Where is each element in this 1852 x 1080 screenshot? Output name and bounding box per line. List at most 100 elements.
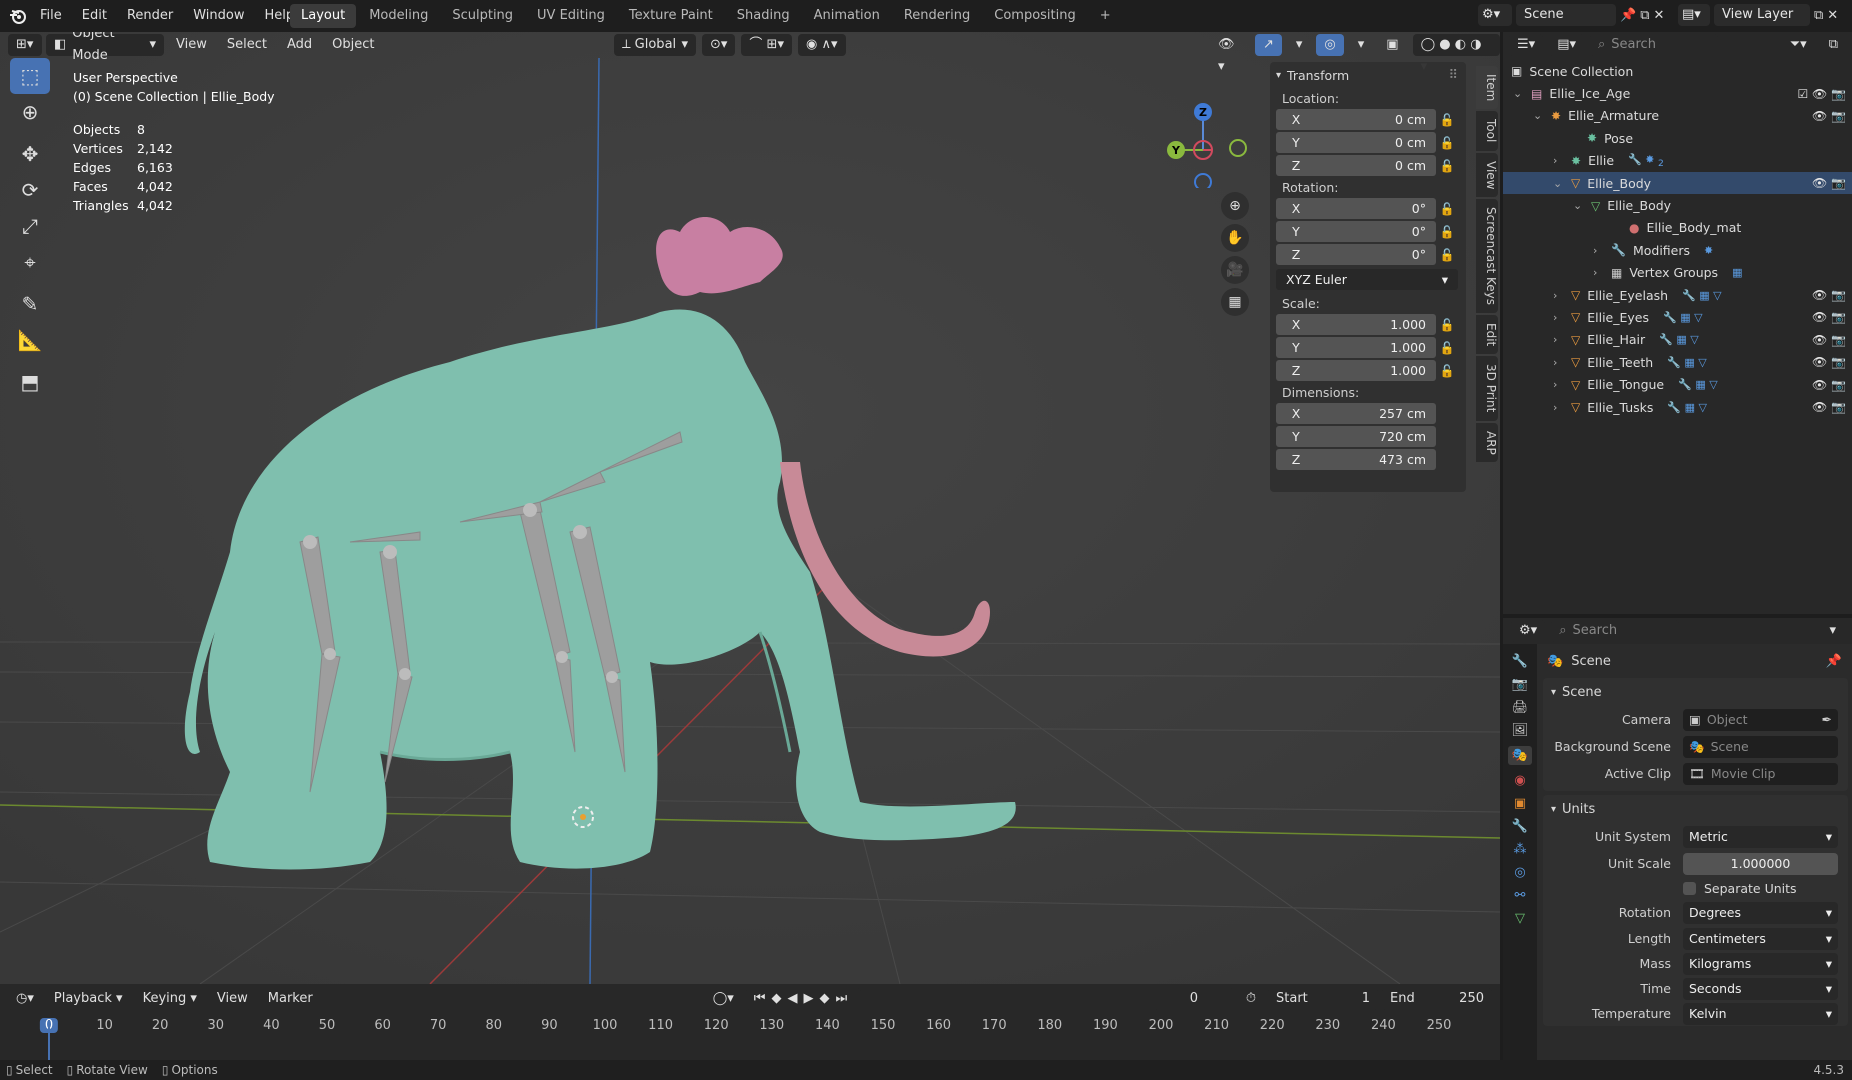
modifier-tab-icon[interactable]: 🔧 <box>1512 819 1528 834</box>
overlay-dropdown-icon[interactable]: ▾ <box>1350 34 1373 56</box>
zoom-icon[interactable]: ⊕ <box>1221 192 1249 220</box>
separate-units-checkbox[interactable] <box>1683 881 1696 895</box>
lock-icon[interactable]: 🔓 <box>1436 248 1458 262</box>
outliner-item[interactable]: ⌄ ▽ Ellie_Body <box>1503 194 1852 216</box>
transform-field[interactable]: X 257 cm <box>1276 403 1436 424</box>
menu-window[interactable]: Window <box>183 0 254 32</box>
visibility-icon[interactable]: 👁▾ <box>1210 34 1249 74</box>
gizmo-toggle-icon[interactable]: ↗ <box>1254 34 1282 56</box>
new-view-layer-icon[interactable]: ⧉ <box>1814 8 1823 23</box>
select-box-tool-icon[interactable]: ⬚ <box>10 58 50 94</box>
view-layer-tab-icon[interactable]: 🖼 <box>1512 723 1529 738</box>
visibility-icons[interactable]: 👁 📷 <box>1812 310 1846 324</box>
expand-icon[interactable]: › <box>1553 311 1557 324</box>
menu-render[interactable]: Render <box>117 0 183 32</box>
expand-icon[interactable]: › <box>1593 244 1597 257</box>
tab-texture-paint[interactable]: Texture Paint <box>618 4 724 28</box>
lock-icon[interactable]: 🔓 <box>1436 225 1458 239</box>
pivot-point-icon[interactable]: ⊙▾ <box>702 34 736 56</box>
annotate-tool-icon[interactable]: ✎ <box>10 286 50 322</box>
new-collection-icon[interactable]: ⧉ <box>1821 34 1846 56</box>
transform-field[interactable]: Z 0° <box>1276 244 1436 265</box>
filter-icon[interactable]: ⏷▾ <box>1782 34 1815 56</box>
scene-panel-header[interactable]: ▾ Scene <box>1543 678 1848 706</box>
tab-rendering[interactable]: Rendering <box>893 4 981 28</box>
outliner-item[interactable]: › 🔧 Modifiers ✸ <box>1503 239 1852 261</box>
viewport-menu-view[interactable]: View <box>168 34 215 56</box>
ortho-grid-icon[interactable]: ▦ <box>1221 288 1249 316</box>
new-scene-icon[interactable]: ⧉ <box>1640 8 1649 23</box>
transform-header[interactable]: ▾ Transform ⠿ <box>1270 62 1466 88</box>
outliner-item[interactable]: ● Ellie_Body_mat <box>1503 217 1852 239</box>
tab-shading[interactable]: Shading <box>726 4 801 28</box>
scale-tool-icon[interactable]: ⤢ <box>10 208 50 244</box>
outliner-item[interactable]: ✸ Pose <box>1503 127 1852 149</box>
view-layer-browse-icon[interactable]: ▤▾ <box>1678 4 1710 26</box>
expand-icon[interactable]: › <box>1553 289 1557 302</box>
rotation-mode-dropdown[interactable]: XYZ Euler ▾ <box>1276 269 1458 290</box>
transform-field[interactable]: Y 1.000 <box>1276 337 1436 358</box>
active-clip-field[interactable]: 🎞 Movie Clip <box>1683 762 1838 785</box>
time-dropdown[interactable]: Seconds ▾ <box>1683 977 1838 1000</box>
viewport-menu-select[interactable]: Select <box>219 34 275 56</box>
tab-layout[interactable]: Layout <box>290 4 357 28</box>
snap-icon[interactable]: ⌒ ⊞▾ <box>741 34 792 56</box>
rotate-tool-icon[interactable]: ⟳ <box>10 172 50 208</box>
tab-modeling[interactable]: Modeling <box>358 4 439 28</box>
transform-field[interactable]: Z 473 cm <box>1276 449 1436 470</box>
outliner-item[interactable]: › ▽ Ellie_Tongue 🔧 ▦ ▽ 👁 📷 <box>1503 373 1852 395</box>
menu-file[interactable]: File <box>30 0 72 32</box>
proportional-edit-icon[interactable]: ◉ ∧▾ <box>797 34 846 56</box>
unit-scale-field[interactable]: 1.000000 <box>1683 852 1838 875</box>
tab-sculpting[interactable]: Sculpting <box>441 4 524 28</box>
outliner-item[interactable]: › ✸ Ellie 🔧 ✸ 2 <box>1503 150 1852 172</box>
world-tab-icon[interactable]: ◉ <box>1514 773 1525 788</box>
physics-tab-icon[interactable]: ◎ <box>1514 865 1525 880</box>
visibility-icons[interactable]: 👁 📷 <box>1812 333 1846 347</box>
visibility-icons[interactable]: 👁 📷 <box>1812 355 1846 369</box>
expand-icon[interactable]: › <box>1593 266 1597 279</box>
tool-tab-icon[interactable]: 🔧 <box>1512 654 1528 669</box>
lock-icon[interactable]: 🔓 <box>1436 364 1458 378</box>
pin-icon[interactable]: 📌 <box>1620 8 1636 23</box>
mode-dropdown[interactable]: ◧ Object Mode ▾ <box>46 32 164 63</box>
particles-tab-icon[interactable]: ⁂ <box>1514 842 1527 857</box>
transform-field[interactable]: Y 0° <box>1276 221 1436 242</box>
properties-editor-type-icon[interactable]: ⚙▾ <box>1511 620 1546 642</box>
mass-dropdown[interactable]: Kilograms ▾ <box>1683 952 1838 975</box>
expand-icon[interactable]: › <box>1553 378 1557 391</box>
outliner-item[interactable]: › ▦ Vertex Groups ▦ <box>1503 262 1852 284</box>
pan-hand-icon[interactable]: ✋ <box>1221 224 1249 252</box>
units-panel-header[interactable]: ▾ Units <box>1543 795 1848 823</box>
object-tab-icon[interactable]: ▣ <box>1514 796 1526 811</box>
outliner-editor-type-icon[interactable]: ☰▾ <box>1509 34 1544 56</box>
outliner-item[interactable]: › ▽ Ellie_Eyelash 🔧 ▦ ▽ 👁 📷 <box>1503 284 1852 306</box>
tab-3d-print[interactable]: 3D Print <box>1476 356 1498 421</box>
add-cube-tool-icon[interactable]: ⬒ <box>10 364 50 400</box>
lock-icon[interactable]: 🔓 <box>1436 202 1458 216</box>
lock-icon[interactable]: 🔓 <box>1436 159 1458 173</box>
gizmo-dropdown-icon[interactable]: ▾ <box>1288 34 1311 56</box>
expand-icon[interactable]: › <box>1553 356 1557 369</box>
rotation-units-dropdown[interactable]: Degrees ▾ <box>1683 901 1838 924</box>
camera-view-icon[interactable]: 🎥 <box>1221 256 1249 284</box>
camera-field[interactable]: ▣ Object ✒ <box>1683 708 1838 731</box>
tab-view[interactable]: View <box>1476 152 1498 198</box>
transform-orientation-dropdown[interactable]: ⟂ Global ▾ <box>614 34 696 56</box>
editor-type-icon[interactable]: ⊞▾ <box>8 34 42 56</box>
display-mode-icon[interactable]: ▤▾ <box>1549 34 1584 56</box>
delete-scene-icon[interactable]: ✕ <box>1653 8 1664 23</box>
blender-logo-icon[interactable] <box>8 6 28 26</box>
tab-edit[interactable]: Edit <box>1476 315 1498 355</box>
cursor-tool-icon[interactable]: ⊕ <box>10 94 50 130</box>
expand-icon[interactable]: › <box>1553 333 1557 346</box>
transform-tool-icon[interactable]: ⌖ <box>10 244 50 280</box>
visibility-icons[interactable]: 👁 📷 <box>1812 400 1846 414</box>
scene-browse-icon[interactable]: ⚙▾ <box>1478 4 1512 26</box>
viewport-menu-add[interactable]: Add <box>279 34 320 56</box>
data-tab-icon[interactable]: ▽ <box>1515 911 1525 926</box>
outliner-search-input[interactable]: ⌕ Search <box>1590 34 1718 56</box>
transform-field[interactable]: X 0° <box>1276 198 1436 219</box>
measure-tool-icon[interactable]: 📐 <box>10 322 50 358</box>
expand-icon[interactable]: › <box>1553 154 1557 167</box>
